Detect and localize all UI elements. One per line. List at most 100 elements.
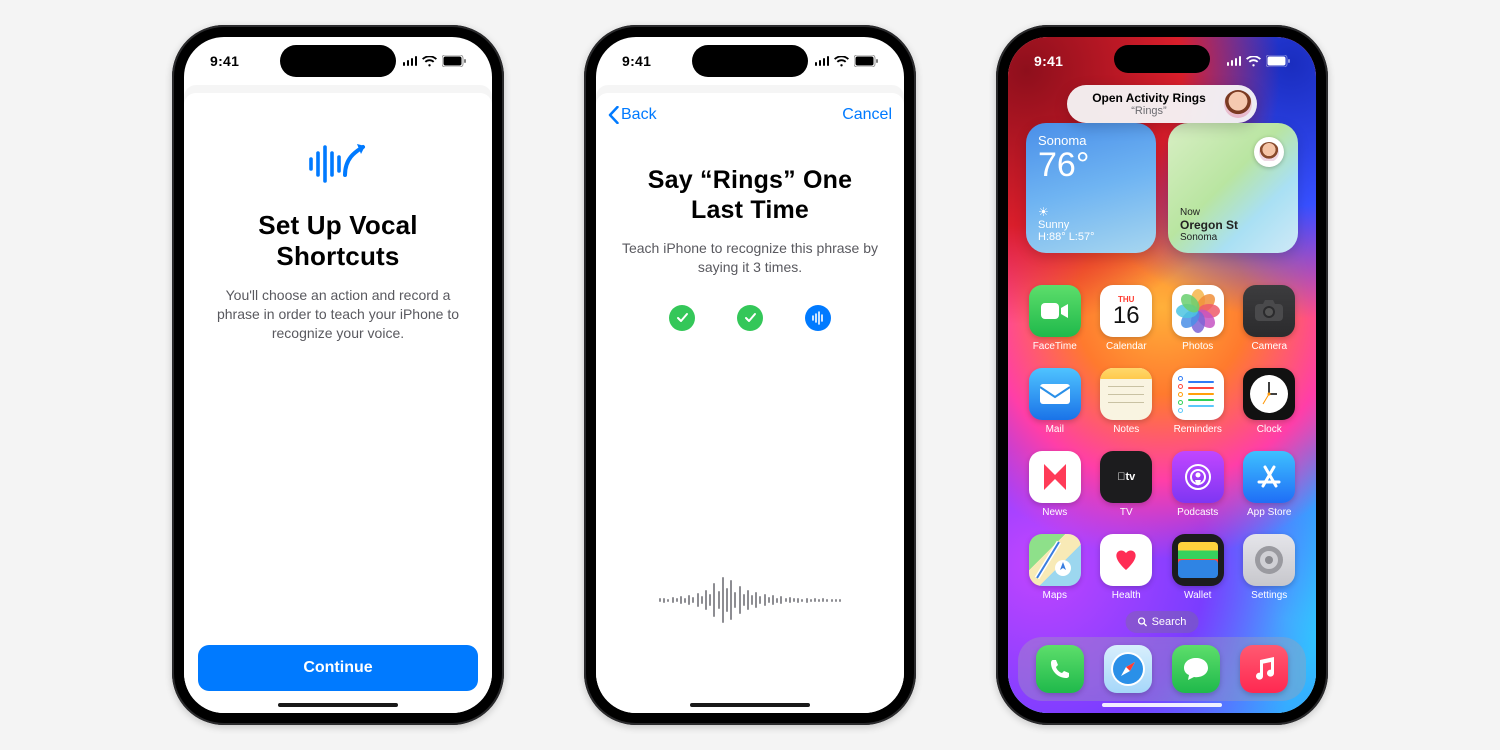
- dock-app-phone[interactable]: [1036, 645, 1084, 693]
- modal-sheet: Back Cancel Say “Rings” One Last Time Te…: [596, 93, 904, 713]
- app-label: Podcasts: [1177, 507, 1218, 518]
- app-clock[interactable]: Clock: [1241, 368, 1299, 435]
- dynamic-island[interactable]: [1114, 45, 1210, 73]
- calendar-icon: THU16: [1100, 285, 1152, 337]
- status-time: 9:41: [1034, 53, 1063, 69]
- app-label: Notes: [1113, 424, 1139, 435]
- weather-temperature: 76°: [1038, 148, 1144, 182]
- app-mail[interactable]: Mail: [1026, 368, 1084, 435]
- wifi-icon: [1246, 56, 1261, 67]
- page-title: Set Up Vocal Shortcuts: [208, 210, 468, 272]
- cellular-signal-icon: [1227, 56, 1242, 66]
- battery-icon: [442, 55, 466, 67]
- calendar-day: 16: [1113, 304, 1140, 328]
- app-label: Photos: [1182, 341, 1213, 352]
- audio-waveform: [596, 577, 904, 623]
- app-news[interactable]: News: [1026, 451, 1084, 518]
- app-settings[interactable]: Settings: [1241, 534, 1299, 601]
- person-pin-icon: [1254, 137, 1284, 167]
- findmy-place: Oregon St: [1180, 218, 1238, 232]
- phone-record-phrase: 9:41 Back Cancel Say “Rings” One Last Ti…: [584, 25, 916, 725]
- step-3-recording-icon: [805, 305, 831, 331]
- search-label: Search: [1152, 616, 1187, 628]
- cancel-button[interactable]: Cancel: [842, 106, 892, 124]
- photos-icon: [1172, 285, 1224, 337]
- status-time: 9:41: [622, 53, 651, 69]
- phone-vocal-shortcuts-intro: 9:41: [172, 25, 504, 725]
- phone-home-screen: 9:41 Open Activity Rings “Rings” Sonoma …: [996, 25, 1328, 725]
- notes-icon: [1100, 368, 1152, 420]
- weather-widget[interactable]: Sonoma 76° ☀︎ Sunny H:88° L:57° Weather: [1026, 123, 1156, 253]
- podcasts-icon: [1172, 451, 1224, 503]
- app-label: Maps: [1043, 590, 1067, 601]
- notch: [692, 45, 808, 77]
- step-1-done-icon: [669, 305, 695, 331]
- news-icon: [1029, 451, 1081, 503]
- app-grid: FaceTime THU16Calendar Photos Camera Mai…: [1026, 285, 1298, 601]
- facetime-icon: [1029, 285, 1081, 337]
- notch: [280, 45, 396, 77]
- cellular-signal-icon: [403, 56, 418, 66]
- hero: Set Up Vocal Shortcuts You'll choose an …: [184, 93, 492, 343]
- back-button[interactable]: Back: [608, 106, 657, 124]
- clock-icon: [1243, 368, 1295, 420]
- dock-app-messages[interactable]: [1172, 645, 1220, 693]
- vocal-shortcuts-icon: [307, 139, 369, 194]
- app-health[interactable]: Health: [1098, 534, 1156, 601]
- mail-icon: [1029, 368, 1081, 420]
- screen: 9:41 Open Activity Rings “Rings” Sonoma …: [1008, 37, 1316, 713]
- dock-app-music[interactable]: [1240, 645, 1288, 693]
- app-label: Camera: [1251, 341, 1287, 352]
- modal-sheet: Set Up Vocal Shortcuts You'll choose an …: [184, 93, 492, 713]
- tv-icon: tv: [1100, 451, 1152, 503]
- dock-app-safari[interactable]: [1104, 645, 1152, 693]
- back-label: Back: [621, 106, 657, 124]
- app-label: News: [1042, 507, 1067, 518]
- nav-bar: Back Cancel: [596, 93, 904, 137]
- app-label: Wallet: [1184, 590, 1211, 601]
- app-notes[interactable]: Notes: [1098, 368, 1156, 435]
- app-wallet[interactable]: Wallet: [1169, 534, 1227, 601]
- widget-row: Sonoma 76° ☀︎ Sunny H:88° L:57° Weather …: [1026, 123, 1298, 253]
- app-photos[interactable]: Photos: [1169, 285, 1227, 352]
- app-label: Health: [1112, 590, 1141, 601]
- banner-avatar-icon: [1224, 90, 1252, 118]
- chevron-left-icon: [608, 106, 619, 124]
- app-reminders[interactable]: Reminders: [1169, 368, 1227, 435]
- home-indicator[interactable]: [1102, 703, 1222, 707]
- app-appstore[interactable]: App Store: [1241, 451, 1299, 518]
- maps-icon: [1029, 534, 1081, 586]
- weather-condition: Sunny: [1038, 219, 1095, 231]
- app-facetime[interactable]: FaceTime: [1026, 285, 1084, 352]
- app-calendar[interactable]: THU16Calendar: [1098, 285, 1156, 352]
- app-label: TV: [1120, 507, 1133, 518]
- vocal-shortcut-banner[interactable]: Open Activity Rings “Rings”: [1067, 85, 1257, 123]
- cellular-signal-icon: [815, 56, 830, 66]
- app-podcasts[interactable]: Podcasts: [1169, 451, 1227, 518]
- home-indicator[interactable]: [690, 703, 810, 707]
- screen: 9:41 Back Cancel Say “Rings” One Last Ti…: [596, 37, 904, 713]
- wifi-icon: [422, 56, 437, 67]
- appstore-icon: [1243, 451, 1295, 503]
- step-2-done-icon: [737, 305, 763, 331]
- app-label: Clock: [1257, 424, 1282, 435]
- spotlight-search-button[interactable]: Search: [1126, 611, 1199, 633]
- continue-button[interactable]: Continue: [198, 645, 478, 691]
- health-icon: [1100, 534, 1152, 586]
- app-label: Settings: [1251, 590, 1287, 601]
- battery-icon: [854, 55, 878, 67]
- app-tv[interactable]: tv TV: [1098, 451, 1156, 518]
- screen: 9:41: [184, 37, 492, 713]
- findmy-widget[interactable]: Now Oregon St Sonoma Find My: [1168, 123, 1298, 253]
- home-indicator[interactable]: [278, 703, 398, 707]
- app-label: Mail: [1046, 424, 1064, 435]
- page-subtitle: You'll choose an action and record a phr…: [213, 286, 463, 343]
- page-title: Say “Rings” One Last Time: [620, 165, 880, 225]
- page-subtitle: Teach iPhone to recognize this phrase by…: [620, 239, 880, 277]
- app-maps[interactable]: Maps: [1026, 534, 1084, 601]
- app-camera[interactable]: Camera: [1241, 285, 1299, 352]
- hero: Say “Rings” One Last Time Teach iPhone t…: [596, 137, 904, 331]
- wifi-icon: [834, 56, 849, 67]
- findmy-now-label: Now: [1180, 207, 1200, 218]
- banner-title: Open Activity Rings: [1081, 91, 1217, 105]
